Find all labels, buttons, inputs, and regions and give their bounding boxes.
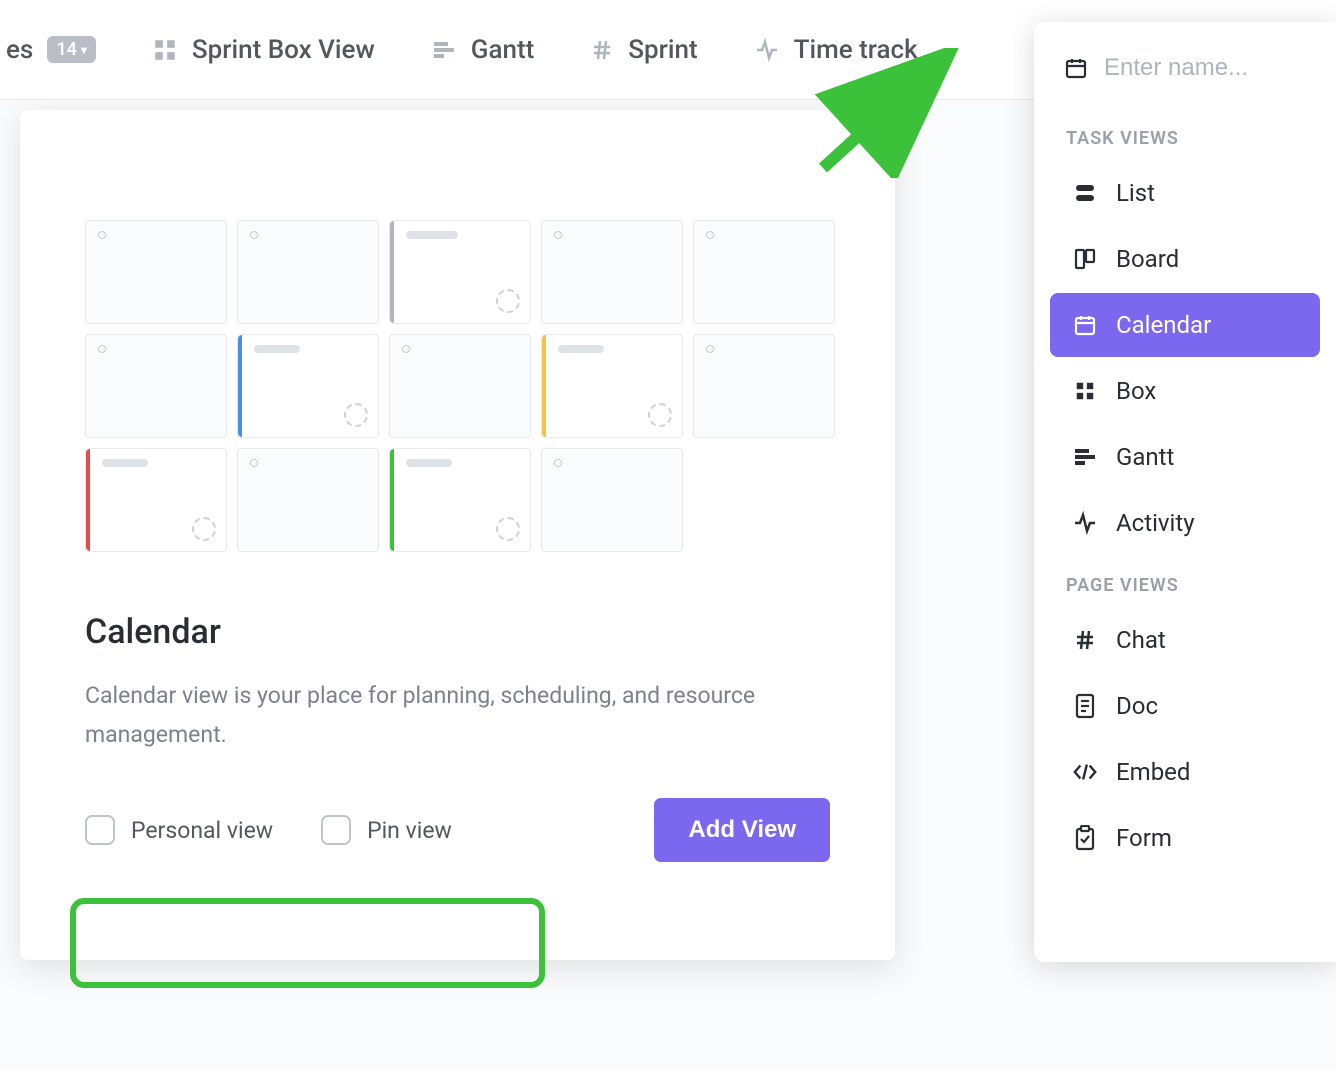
checkbox-label: Pin view	[367, 817, 452, 844]
tab-gantt[interactable]: Gantt	[403, 0, 563, 99]
tab-sprint[interactable]: Sprint	[562, 0, 725, 99]
preview-cell	[541, 220, 683, 324]
calendar-icon	[1064, 56, 1088, 80]
view-option-doc[interactable]: Doc	[1050, 674, 1320, 738]
task-views-heading: TASK VIEWS	[1044, 110, 1326, 159]
tab-time-tracking[interactable]: Time track	[726, 0, 946, 99]
preview-cell	[693, 220, 835, 324]
view-option-calendar[interactable]: Calendar	[1050, 293, 1320, 357]
preview-cell	[389, 220, 531, 324]
activity-pulse-icon	[754, 38, 780, 62]
gantt-icon	[431, 40, 457, 60]
checkbox-label: Personal view	[131, 817, 273, 844]
preview-cell	[237, 220, 379, 324]
calendar-icon	[1072, 313, 1098, 337]
view-option-box[interactable]: Box	[1050, 359, 1320, 423]
tab-partial-suffix: es	[6, 35, 33, 65]
view-option-label: List	[1116, 179, 1155, 207]
calendar-preview-grid	[85, 220, 830, 552]
hash-icon	[590, 38, 614, 62]
box-grid-icon	[152, 37, 178, 63]
view-option-list[interactable]: List	[1050, 161, 1320, 225]
view-option-label: Doc	[1116, 692, 1158, 720]
view-option-label: Activity	[1116, 509, 1195, 537]
view-option-label: Chat	[1116, 626, 1166, 654]
preview-cell	[541, 334, 683, 438]
checkbox-box	[85, 815, 115, 845]
view-option-form[interactable]: Form	[1050, 806, 1320, 870]
page-views-heading: PAGE VIEWS	[1044, 557, 1326, 606]
add-view-button[interactable]: Add View	[654, 798, 830, 862]
preview-cell	[693, 334, 835, 438]
checkbox-box	[321, 815, 351, 845]
badge-count: 14	[56, 39, 77, 60]
view-option-label: Form	[1116, 824, 1172, 852]
view-option-gantt[interactable]: Gantt	[1050, 425, 1320, 489]
preview-cell	[389, 334, 531, 438]
view-option-label: Box	[1116, 377, 1156, 405]
board-icon	[1072, 247, 1098, 271]
preview-cell	[85, 448, 227, 552]
view-option-label: Board	[1116, 245, 1179, 273]
activity-pulse-icon	[1072, 511, 1098, 535]
hash-icon	[1072, 628, 1098, 652]
view-option-label: Calendar	[1116, 311, 1211, 339]
view-option-board[interactable]: Board	[1050, 227, 1320, 291]
view-option-label: Gantt	[1116, 443, 1174, 471]
preview-cell	[85, 220, 227, 324]
view-option-chat[interactable]: Chat	[1050, 608, 1320, 672]
view-option-embed[interactable]: Embed	[1050, 740, 1320, 804]
tab-label: Gantt	[471, 35, 535, 65]
view-option-activity[interactable]: Activity	[1050, 491, 1320, 555]
view-option-label: Embed	[1116, 758, 1190, 786]
embed-code-icon	[1072, 762, 1098, 782]
preview-cell	[85, 334, 227, 438]
add-view-dropdown: TASK VIEWS List Board Calendar Box Gantt	[1034, 22, 1336, 962]
preview-cell	[389, 448, 531, 552]
tab-label: Time track	[794, 35, 918, 65]
view-description: Calendar view is your place for planning…	[85, 676, 785, 754]
personal-view-checkbox[interactable]: Personal view	[85, 815, 273, 845]
preview-cell	[541, 448, 683, 552]
list-icon	[1072, 182, 1098, 204]
chevron-down-icon: ▾	[81, 43, 87, 57]
tab-count-badge[interactable]: 14 ▾	[47, 36, 96, 63]
tab-partial[interactable]: es 14 ▾	[0, 0, 124, 99]
view-options-row: Personal view Pin view Add View	[85, 798, 830, 862]
form-clipboard-icon	[1072, 825, 1098, 851]
box-grid-icon	[1072, 380, 1098, 402]
view-name-input[interactable]	[1104, 54, 1274, 82]
pin-view-checkbox[interactable]: Pin view	[321, 815, 452, 845]
gantt-icon	[1072, 447, 1098, 467]
preview-cell	[237, 334, 379, 438]
view-heading: Calendar	[85, 612, 830, 652]
tab-label: Sprint Box View	[192, 35, 375, 65]
view-detail-panel: Calendar Calendar view is your place for…	[20, 110, 895, 960]
tab-label: Sprint	[628, 35, 697, 65]
view-name-row	[1044, 44, 1326, 110]
preview-cell	[237, 448, 379, 552]
tab-sprint-box-view[interactable]: Sprint Box View	[124, 0, 403, 99]
doc-icon	[1072, 693, 1098, 719]
